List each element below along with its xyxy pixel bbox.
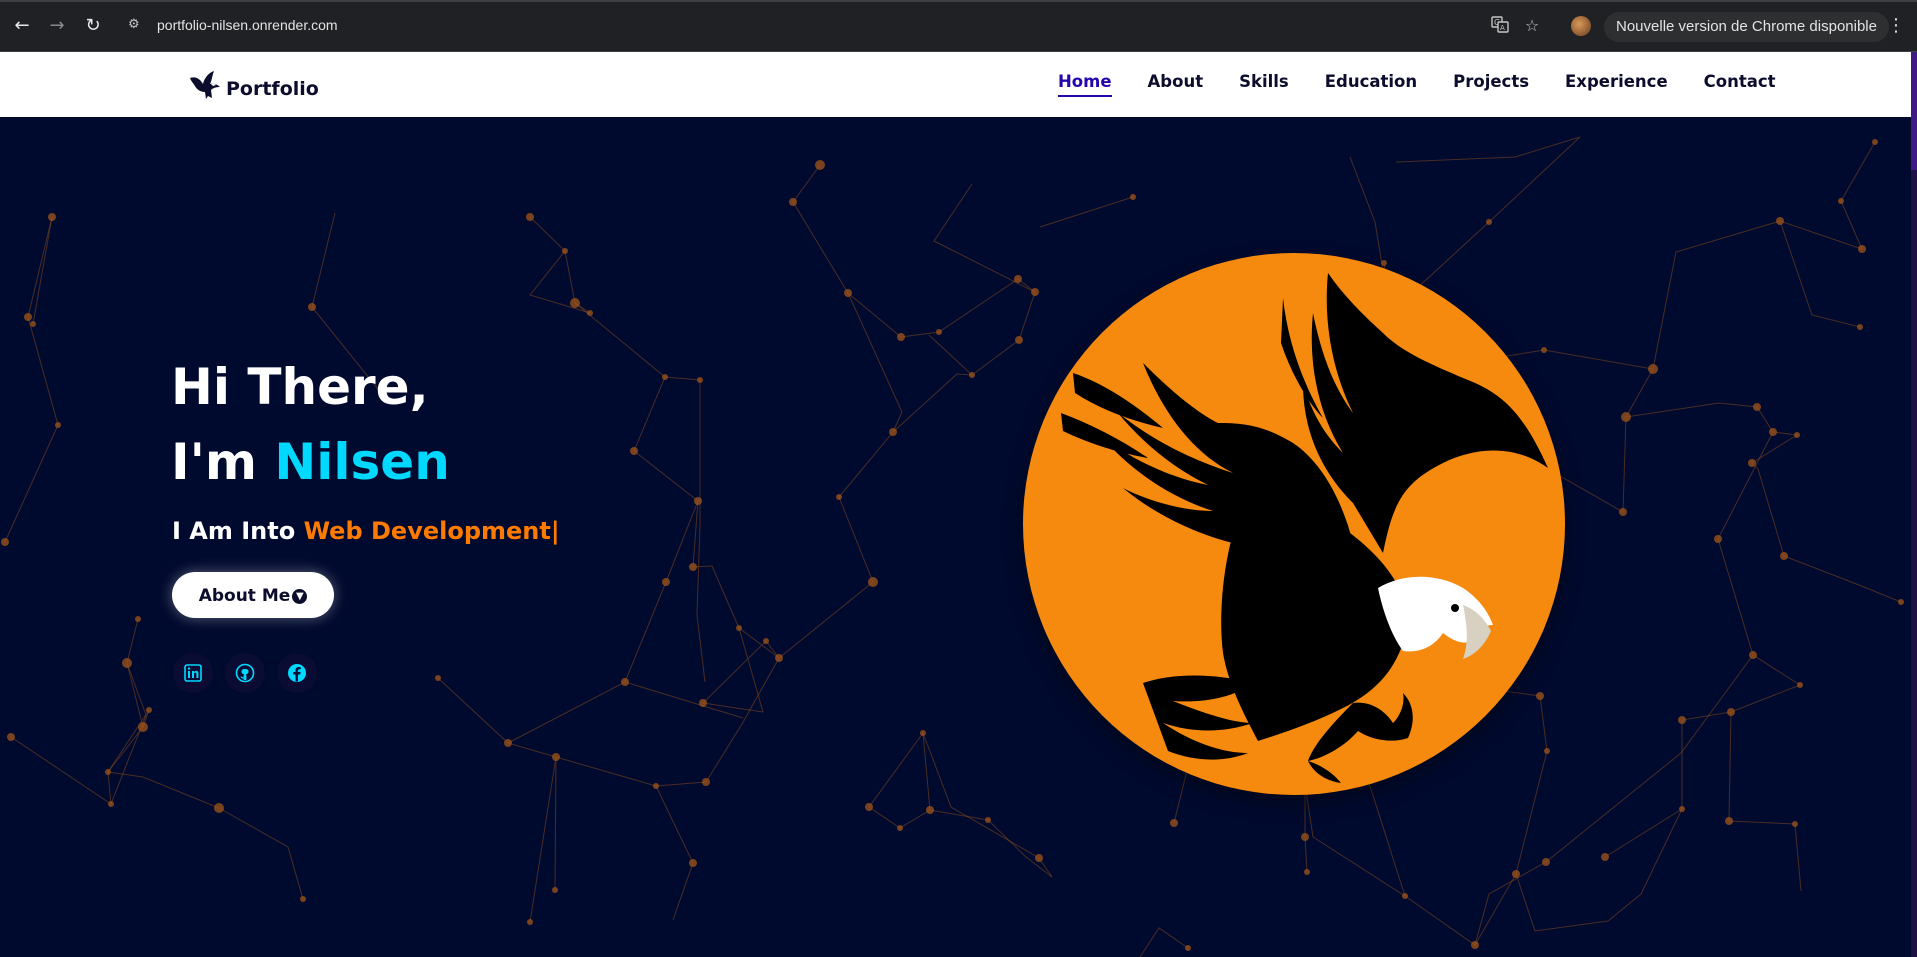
- main-nav: Home About Skills Education Projects Exp…: [1040, 72, 1794, 97]
- hero-greeting: Hi There,: [171, 358, 429, 416]
- intro-prefix: I'm: [171, 433, 275, 491]
- site-info-icon[interactable]: ⚙: [128, 17, 144, 33]
- page-scrollbar-track[interactable]: [1911, 52, 1917, 957]
- hero-intro: I'm Nilsen: [171, 432, 450, 492]
- about-me-label: About Me: [198, 586, 291, 606]
- browser-toolbar: ← → ↻ ⚙ portfolio-nilsen.onrender.com GA…: [0, 0, 1917, 52]
- hero-section: Hi There, I'm Nilsen I Am Into Web Devel…: [0, 117, 1911, 957]
- svg-text:A: A: [1500, 24, 1505, 32]
- forward-arrow-icon[interactable]: →: [45, 14, 69, 38]
- github-icon: [235, 663, 255, 683]
- arrow-down-circle-icon: ▼: [292, 588, 308, 604]
- github-link[interactable]: [225, 653, 265, 693]
- bookmark-star-icon[interactable]: ☆: [1521, 15, 1543, 37]
- eagle-logo-icon: [190, 71, 220, 99]
- facebook-link[interactable]: [277, 653, 317, 693]
- typed-prefix: I Am Into: [172, 517, 304, 545]
- nav-link-experience[interactable]: Experience: [1565, 72, 1668, 97]
- reload-icon[interactable]: ↻: [81, 14, 105, 38]
- about-me-button[interactable]: About Me ▼: [172, 572, 334, 618]
- nav-link-about[interactable]: About: [1148, 72, 1204, 97]
- nav-link-skills[interactable]: Skills: [1239, 72, 1289, 97]
- facebook-icon: [288, 664, 306, 682]
- nav-link-contact[interactable]: Contact: [1704, 72, 1776, 97]
- typed-tagline: I Am Into Web Development|: [172, 517, 560, 545]
- nav-link-home[interactable]: Home: [1058, 72, 1112, 97]
- logo-text: Portfolio: [226, 78, 319, 100]
- hero-name: Nilsen: [274, 433, 450, 491]
- site-header: Portfolio Home About Skills Education Pr…: [0, 52, 1911, 117]
- nav-link-education[interactable]: Education: [1325, 72, 1417, 97]
- tab-strip-edge: [0, 0, 1917, 2]
- linkedin-link[interactable]: [173, 653, 213, 693]
- hero-image-disk: [1023, 253, 1565, 795]
- typed-field: Web Development|: [303, 517, 560, 545]
- back-arrow-icon[interactable]: ←: [10, 14, 34, 38]
- menu-dots-icon[interactable]: ⋮: [1887, 14, 1905, 38]
- chrome-update-button[interactable]: Nouvelle version de Chrome disponible: [1604, 12, 1889, 42]
- logo[interactable]: Portfolio: [188, 66, 319, 102]
- address-bar[interactable]: portfolio-nilsen.onrender.com: [157, 17, 338, 33]
- translate-icon[interactable]: GA: [1489, 15, 1511, 37]
- nav-link-projects[interactable]: Projects: [1453, 72, 1529, 97]
- profile-avatar[interactable]: [1571, 16, 1591, 36]
- page-scrollbar-thumb[interactable]: [1911, 52, 1917, 170]
- eagle-icon: [1061, 273, 1548, 783]
- linkedin-icon: [184, 664, 202, 682]
